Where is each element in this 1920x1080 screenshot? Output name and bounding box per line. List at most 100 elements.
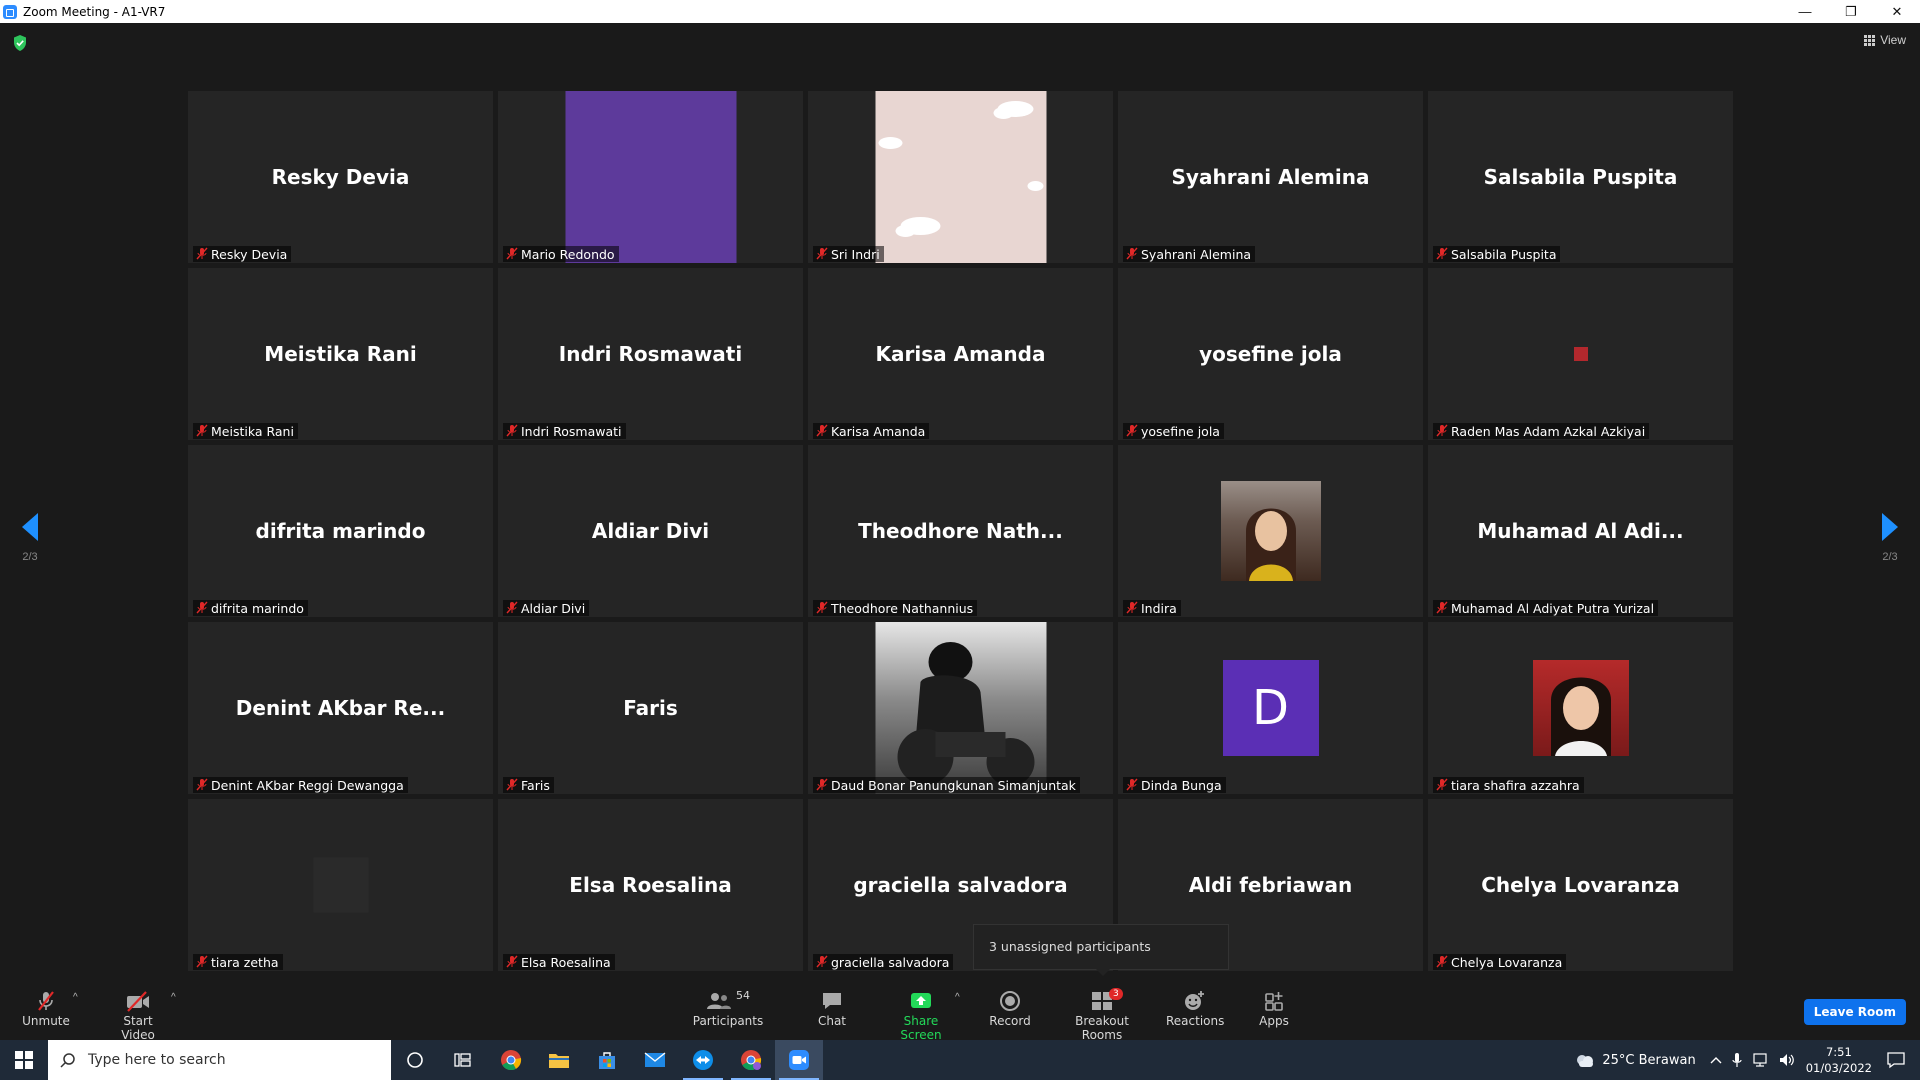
windows-start-button[interactable] — [0, 1040, 48, 1080]
participant-name: Denint AKbar Reggi Dewangga — [211, 778, 404, 793]
microphone-tray-icon[interactable] — [1732, 1052, 1742, 1068]
participant-name: Faris — [521, 778, 550, 793]
mail-envelope-icon — [644, 1052, 666, 1067]
taskbar-clock[interactable]: 7:51 01/03/2022 — [1806, 1044, 1872, 1076]
participant-tile[interactable]: D Dinda Bunga — [1118, 622, 1423, 794]
participant-name: Dinda Bunga — [1141, 778, 1222, 793]
speaker-icon[interactable] — [1778, 1052, 1796, 1068]
breakout-rooms-button[interactable]: 3 Breakout Rooms — [1057, 988, 1147, 1042]
participant-tile[interactable]: difrita marindo difrita marindo — [188, 445, 493, 617]
task-view-button[interactable] — [439, 1040, 487, 1080]
record-button[interactable]: Record — [988, 988, 1032, 1028]
participant-name-label: Theodhore Nathannius — [813, 600, 978, 616]
participant-tile[interactable]: Raden Mas Adam Azkal Azkiyai — [1428, 268, 1733, 440]
participant-name: Raden Mas Adam Azkal Azkiyai — [1451, 424, 1646, 439]
participant-tile[interactable]: yosefine jola yosefine jola — [1118, 268, 1423, 440]
participant-display-name: graciella salvadora — [853, 873, 1068, 897]
security-shield-icon[interactable] — [12, 34, 28, 52]
microphone-muted-icon — [196, 778, 208, 791]
participant-tile[interactable]: Mario Redondo — [498, 91, 803, 263]
participant-tile[interactable]: Karisa Amanda Karisa Amanda — [808, 268, 1113, 440]
participant-tile[interactable]: Salsabila Puspita Salsabila Puspita — [1428, 91, 1733, 263]
smiley-plus-icon — [1185, 991, 1204, 1010]
participant-tile[interactable]: Sri Indri — [808, 91, 1113, 263]
participant-tile[interactable]: Muhamad Al Adi... Muhamad Al Adiyat Putra… — [1428, 445, 1733, 617]
record-label: Record — [989, 1014, 1031, 1028]
participant-name: Resky Devia — [211, 247, 288, 262]
breakout-rooms-label: Breakout Rooms — [1075, 1014, 1129, 1042]
participant-tile[interactable]: Syahrani Alemina Syahrani Alemina — [1118, 91, 1423, 263]
participant-name: Mario Redondo — [521, 247, 615, 262]
start-video-button[interactable]: Start Video — [106, 988, 170, 1042]
participant-tile[interactable]: Resky Devia Resky Devia — [188, 91, 493, 263]
participant-tile[interactable]: Meistika Rani Meistika Rani — [188, 268, 493, 440]
reactions-button[interactable]: Reactions — [1166, 988, 1224, 1028]
taskbar-chrome[interactable] — [487, 1040, 535, 1080]
prev-page-button[interactable]: 2/3 — [0, 513, 60, 563]
share-screen-button[interactable]: Share Screen — [882, 988, 960, 1042]
weather-text[interactable]: 25°C Berawan — [1602, 1053, 1695, 1068]
audio-options-caret[interactable]: ^ — [73, 992, 78, 1003]
cloud-weather-icon — [1577, 1055, 1594, 1067]
chevron-up-icon[interactable] — [1710, 1055, 1722, 1065]
folder-icon — [549, 1054, 569, 1068]
taskbar-chrome-profile[interactable] — [727, 1040, 775, 1080]
meeting-area: View 2/3 2/3 Resky Devia Resky Devia Mario… — [0, 23, 1920, 980]
taskbar-search-box[interactable]: Type here to search — [48, 1040, 391, 1080]
video-gallery-grid: Resky Devia Resky Devia Mario Redondo Sri I… — [188, 91, 1733, 971]
participant-name-label: tiara shafira azzahra — [1433, 777, 1584, 793]
taskbar-file-explorer[interactable] — [535, 1040, 583, 1080]
participants-button[interactable]: 54 Participants — [692, 988, 764, 1029]
participant-display-name: Resky Devia — [271, 165, 410, 189]
chat-button[interactable]: Chat — [812, 988, 852, 1028]
windows-taskbar: Type here to search 25°C Berawan 7:51 01… — [0, 1040, 1920, 1080]
restore-button[interactable]: ❐ — [1828, 0, 1874, 23]
taskbar-mail[interactable] — [631, 1040, 679, 1080]
record-icon — [1000, 991, 1020, 1011]
participant-display-name: Syahrani Alemina — [1171, 165, 1370, 189]
participant-display-name: Meistika Rani — [264, 342, 417, 366]
prev-page-label: 2/3 — [22, 551, 38, 563]
participant-name-label: Dinda Bunga — [1123, 777, 1226, 793]
participant-name-label: Indri Rosmawati — [503, 423, 626, 439]
microphone-muted-icon — [1436, 955, 1448, 968]
participant-tile[interactable]: Theodhore Nath... Theodhore Nathannius — [808, 445, 1113, 617]
zoom-camera-icon — [789, 1050, 809, 1070]
next-page-button[interactable]: 2/3 — [1860, 513, 1920, 563]
minimize-button[interactable]: — — [1782, 0, 1828, 23]
participant-tile[interactable]: Denint AKbar Re... Denint AKbar Reggi Dew… — [188, 622, 493, 794]
profile-photo — [1220, 481, 1321, 581]
participant-tile[interactable]: tiara shafira azzahra — [1428, 622, 1733, 794]
participant-name: Elsa Roesalina — [521, 955, 611, 970]
video-options-caret[interactable]: ^ — [171, 992, 176, 1003]
leave-room-button[interactable]: Leave Room — [1803, 999, 1906, 1025]
participant-tile[interactable]: Indira — [1118, 445, 1423, 617]
participant-name: difrita marindo — [211, 601, 304, 616]
participant-display-name: Faris — [623, 696, 678, 720]
participant-tile[interactable]: Chelya Lovaranza Chelya Lovaranza — [1428, 799, 1733, 971]
participant-name-label: Salsabila Puspita — [1433, 246, 1561, 262]
taskbar-zoom[interactable] — [775, 1040, 823, 1080]
close-button[interactable]: ✕ — [1874, 0, 1920, 23]
participant-tile[interactable]: tiara zetha — [188, 799, 493, 971]
participant-tile[interactable]: Elsa Roesalina Elsa Roesalina — [498, 799, 803, 971]
participant-tile[interactable]: Aldiar Divi Aldiar Divi — [498, 445, 803, 617]
network-icon[interactable] — [1752, 1052, 1770, 1068]
participant-name: yosefine jola — [1141, 424, 1220, 439]
taskbar-teamviewer[interactable] — [679, 1040, 727, 1080]
microphone-muted-icon — [816, 424, 828, 437]
unmute-button[interactable]: Unmute — [22, 988, 70, 1028]
notification-icon[interactable] — [1886, 1051, 1906, 1069]
participant-name-label: Indira — [1123, 600, 1181, 616]
microphone-muted-icon — [816, 247, 828, 260]
participant-tile[interactable]: Daud Bonar Panungkunan Simanjuntak — [808, 622, 1113, 794]
microphone-muted-icon — [1126, 601, 1138, 614]
participant-tile[interactable]: Indri Rosmawati Indri Rosmawati — [498, 268, 803, 440]
cortana-button[interactable] — [391, 1040, 439, 1080]
share-options-caret[interactable]: ^ — [955, 992, 960, 1003]
participant-tile[interactable]: Faris Faris — [498, 622, 803, 794]
apps-button[interactable]: Apps — [1256, 988, 1292, 1028]
view-button[interactable]: View — [1864, 33, 1906, 47]
taskbar-store[interactable] — [583, 1040, 631, 1080]
microphone-muted-icon — [196, 601, 208, 614]
